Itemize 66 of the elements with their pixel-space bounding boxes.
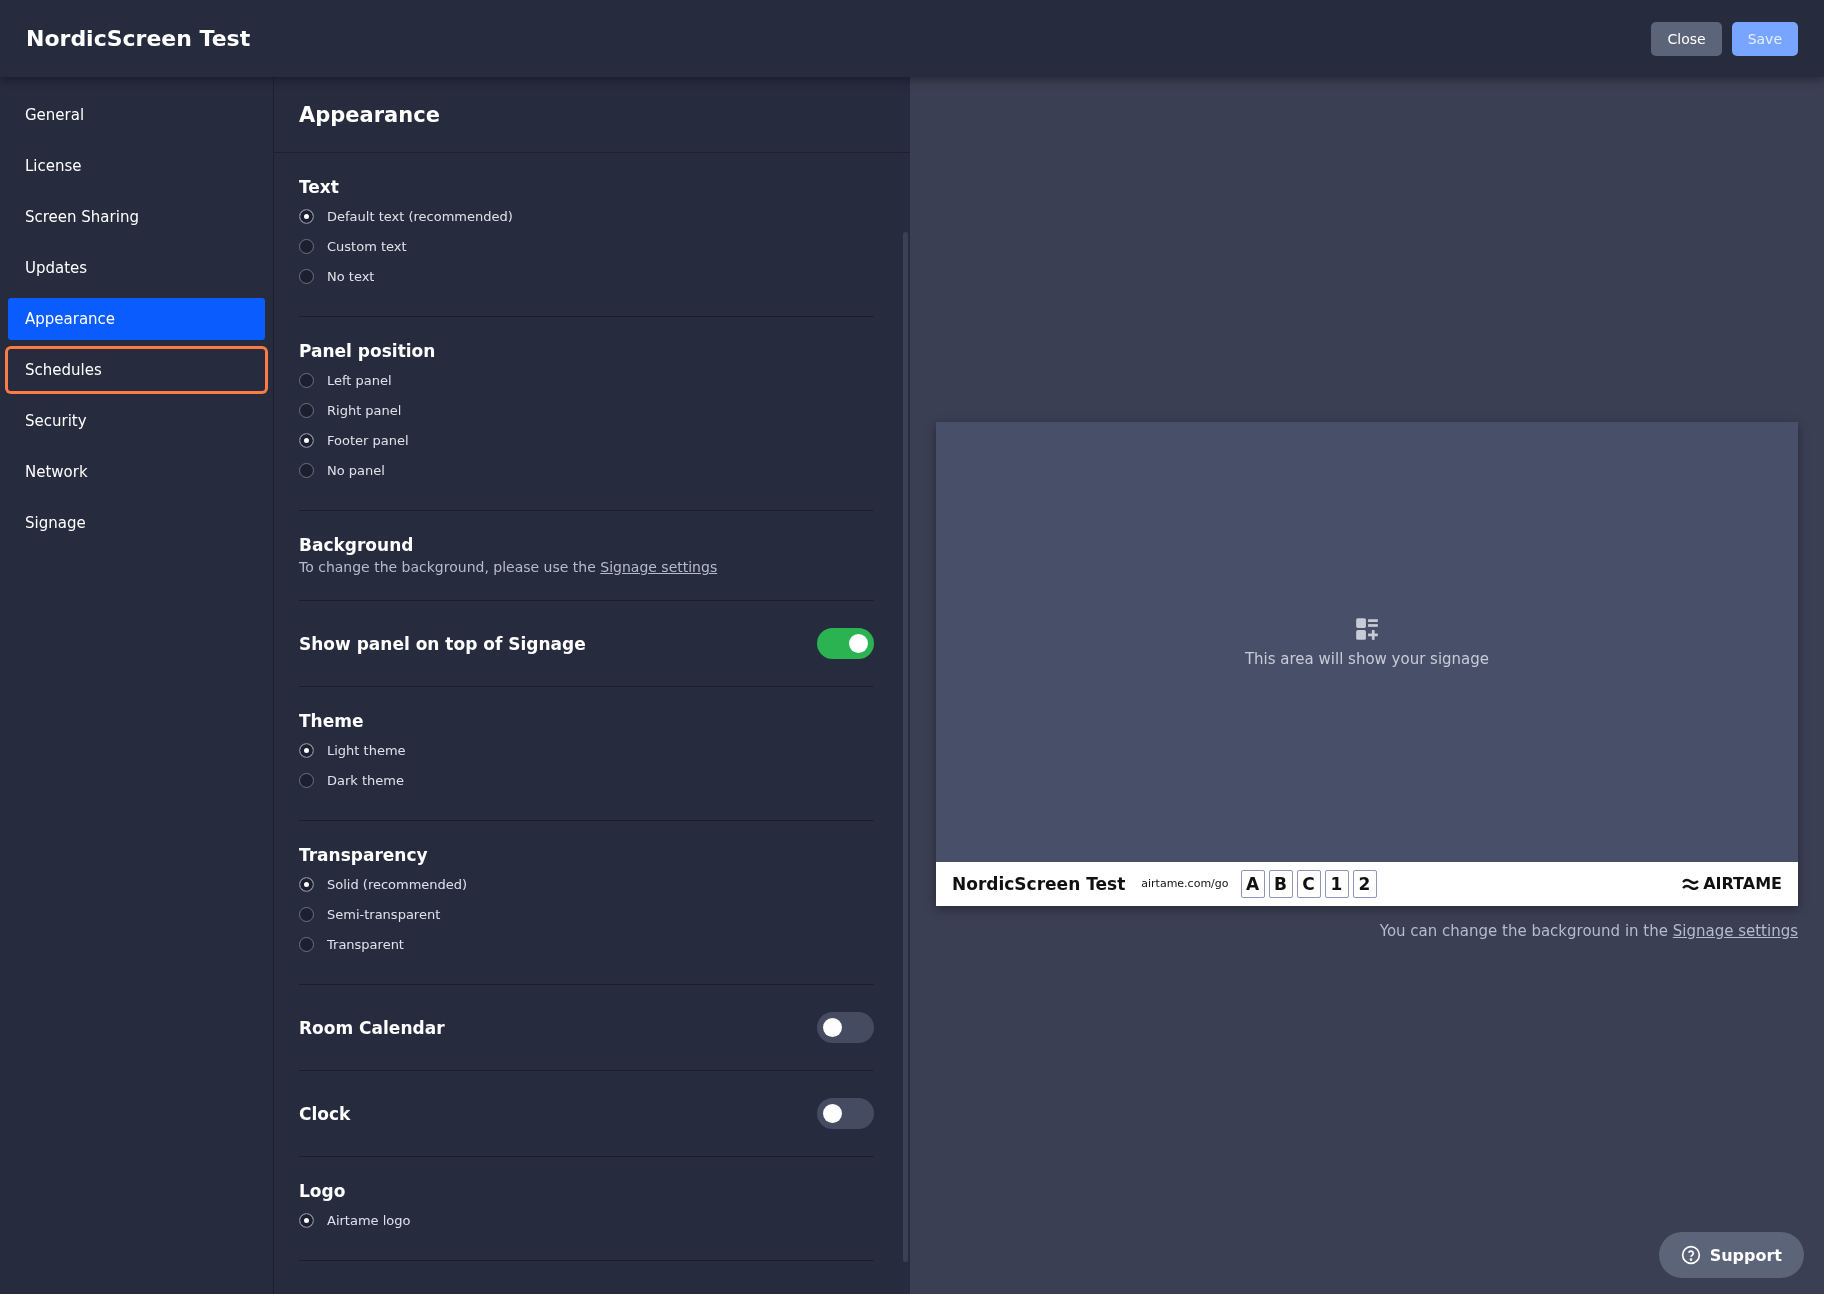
section-title: Show panel on top of Signage (299, 633, 586, 654)
code-character: 2 (1352, 869, 1377, 898)
connect-url: airtame.com/go (1141, 877, 1229, 890)
sidebar-item[interactable]: Schedules (8, 349, 265, 391)
sidebar-item[interactable]: Network (8, 451, 265, 493)
sidebar-item[interactable]: Appearance (8, 298, 265, 340)
section-title: Theme (299, 711, 365, 731)
option-label: Default text (recommended) (327, 208, 513, 224)
option-label: No panel (327, 462, 385, 478)
help-icon (1680, 1245, 1701, 1265)
radio-button[interactable] (299, 772, 314, 788)
option-label: Semi-transparent (327, 906, 441, 922)
code-character: A (1240, 869, 1265, 898)
option-label: Right panel (327, 402, 402, 418)
radio-button[interactable] (299, 208, 314, 224)
toggle-switch[interactable] (817, 1098, 874, 1129)
radio-button[interactable] (299, 906, 314, 922)
radio-button[interactable] (299, 876, 314, 892)
option-label: Dark theme (327, 772, 404, 788)
section-title: Logo (299, 1181, 347, 1201)
code-character: B (1268, 869, 1293, 898)
toggle-switch[interactable] (817, 1012, 874, 1043)
background-note: You can change the background in the Signage settings (1379, 921, 1798, 940)
radio-button[interactable] (299, 238, 314, 254)
section-title: Clock (299, 1103, 351, 1124)
radio-button[interactable] (299, 432, 314, 448)
close-button[interactable]: Close (1651, 21, 1722, 56)
option-label: Custom text (327, 238, 407, 254)
sidebar-item[interactable]: Screen Sharing (8, 196, 265, 238)
logo-text: AIRTAME (1703, 874, 1782, 893)
option-label: Airtame logo (327, 1212, 411, 1228)
signage-settings-link[interactable]: Signage settings (600, 559, 718, 575)
sidebar-item[interactable]: Updates (8, 247, 265, 289)
radio-button[interactable] (299, 462, 314, 478)
option-label: Footer panel (327, 432, 409, 448)
radio-button[interactable] (299, 268, 314, 284)
radio-button[interactable] (299, 402, 314, 418)
signage-settings-link[interactable]: Signage settings (1672, 921, 1798, 940)
toggle-switch[interactable] (817, 628, 874, 659)
section-title: Room Calendar (299, 1017, 445, 1038)
option-label: Left panel (327, 372, 392, 388)
placeholder-text: This area will show your signage (1244, 649, 1490, 668)
section-description: To change the background, please use the Signage settings (299, 559, 719, 575)
sidebar-item[interactable]: Signage (8, 502, 265, 544)
option-label: Solid (recommended) (327, 876, 468, 892)
section-title: Panel position (299, 341, 437, 361)
sidebar-item[interactable]: General (8, 94, 265, 136)
signage-add-icon (1354, 615, 1380, 642)
radio-button[interactable] (299, 372, 314, 388)
option-label: No text (327, 268, 375, 284)
sidebar-item[interactable]: Security (8, 400, 265, 442)
section-title: Text (299, 177, 340, 197)
section-title: Transparency (299, 845, 429, 865)
option-label: Light theme (327, 742, 406, 758)
option-label: Transparent (327, 936, 404, 952)
screen-name: NordicScreen Test (952, 873, 1126, 894)
code-character: 1 (1324, 869, 1349, 898)
radio-button[interactable] (299, 936, 314, 952)
sidebar-item[interactable]: License (8, 145, 265, 187)
radio-button[interactable] (299, 742, 314, 758)
window-title: NordicScreen Test (26, 26, 251, 51)
wave-logo-icon (1682, 877, 1700, 890)
code-character: C (1296, 869, 1321, 898)
radio-button[interactable] (299, 1212, 314, 1228)
section-title: Background (299, 535, 415, 555)
support-button[interactable]: Support (1658, 1232, 1804, 1278)
